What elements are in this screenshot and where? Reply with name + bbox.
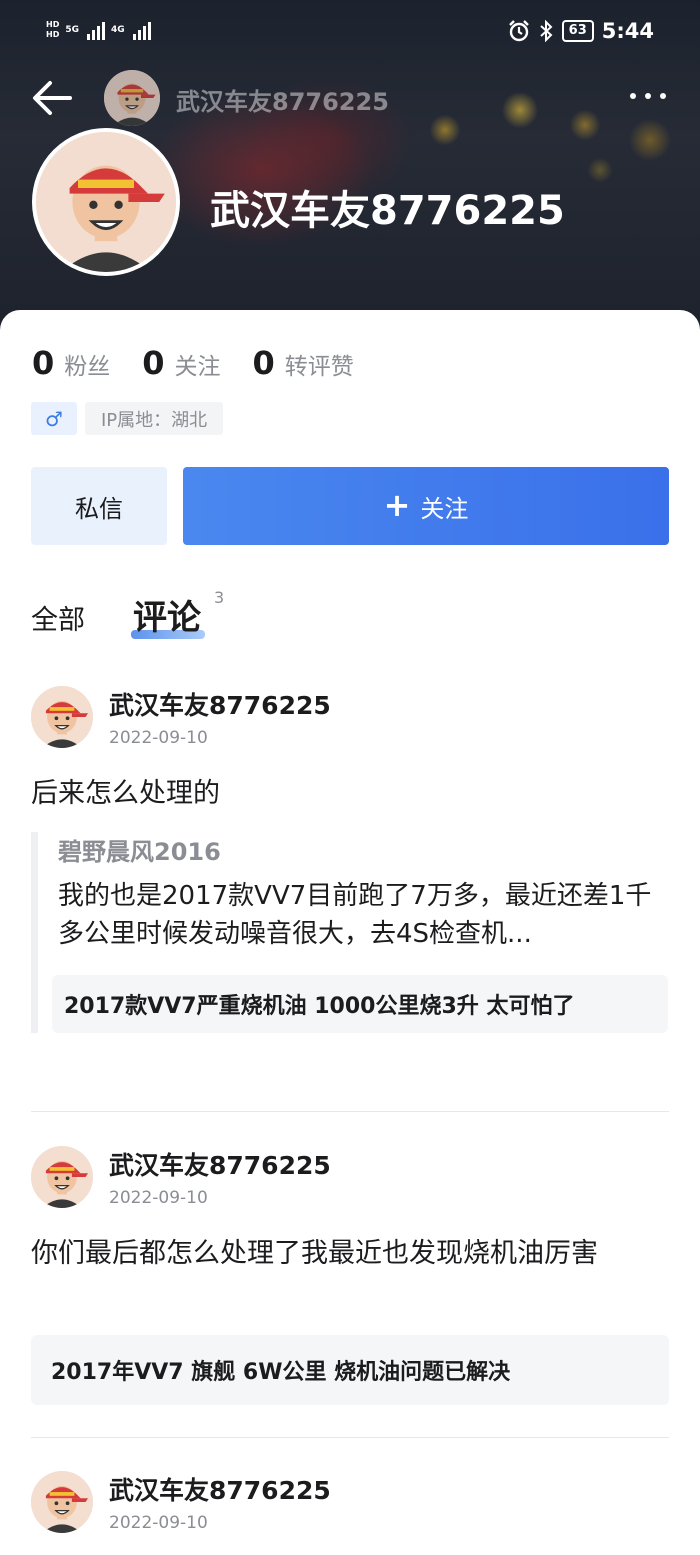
comment-item[interactable]: 武汉车友8776225 2022-09-10 (31, 1471, 669, 1551)
quote-text: 我的也是2017款VV7目前跑了7万多，最近还差1千多公里时候发动噪音很大，去4… (58, 881, 652, 949)
comment-author[interactable]: 武汉车友8776225 (109, 686, 331, 722)
alarm-icon (508, 20, 529, 42)
avatar[interactable] (31, 686, 93, 748)
back-button[interactable] (30, 78, 76, 118)
comment-text: 后来怎么处理的 (31, 778, 220, 809)
profile-tags: ♂ IP属地：湖北 (31, 402, 224, 435)
hd-indicator: HD HD (46, 20, 60, 39)
avatar[interactable] (31, 1471, 93, 1533)
profile-header: HD HD 5G 4G 63 5:44 武汉车友8776225 武汉车友8776… (0, 0, 700, 340)
profile-avatar[interactable] (32, 128, 180, 276)
comment-item[interactable]: 武汉车友8776225 2022-09-10 你们最后都怎么处理了我最近也发现烧… (31, 1146, 669, 1408)
comment-text: 你们最后都怎么处理了我最近也发现烧机油厉害 (31, 1238, 598, 1269)
arrow-left-icon (33, 81, 72, 115)
content-tabs: 全部 评论 3 (31, 588, 671, 648)
clock: 5:44 (601, 19, 654, 43)
follow-button[interactable]: + 关注 (183, 467, 669, 545)
tab-all[interactable]: 全部 (31, 598, 85, 637)
status-bar: HD HD 5G 4G 63 5:44 (0, 0, 700, 68)
nav-title: 武汉车友8776225 (176, 88, 389, 116)
bluetooth-icon (540, 20, 553, 42)
avatar-illustration (31, 686, 93, 748)
profile-name: 武汉车友8776225 (210, 188, 565, 234)
quoted-post[interactable]: 碧野晨风2016 我的也是2017款VV7目前跑了7万多，最近还差1千多公里时候… (31, 832, 669, 1033)
message-button[interactable]: 私信 (31, 467, 167, 545)
avatar-illustration (36, 132, 176, 272)
comment-author[interactable]: 武汉车友8776225 (109, 1471, 331, 1507)
signal-icon-2 (132, 20, 151, 40)
battery-indicator: 63 (561, 20, 594, 42)
comments-count: 3 (214, 588, 225, 607)
more-horizontal-icon (630, 93, 636, 99)
more-options-button[interactable] (626, 84, 670, 108)
profile-stats: 0 粉丝 0 关注 0 转评赞 (32, 344, 386, 382)
follow-label: 关注 (420, 494, 469, 523)
comment-date: 2022-09-10 (109, 1188, 208, 1208)
profile-card: 0 粉丝 0 关注 0 转评赞 ♂ IP属地：湖北 私信 + 关注 全部 评论 … (0, 310, 700, 1555)
topic-chip[interactable]: 2017年VV7 旗舰 6W公里 烧机油问题已解决 (31, 1335, 669, 1405)
plus-icon: + (383, 486, 411, 524)
ip-location-tag: IP属地：湖北 (85, 402, 224, 435)
comment-item[interactable]: 武汉车友8776225 2022-09-10 后来怎么处理的 碧野晨风2016 … (31, 686, 669, 1082)
stat-following[interactable]: 0 关注 (142, 344, 220, 382)
avatar-illustration (31, 1471, 93, 1533)
signal-icon (87, 20, 105, 40)
topic-chip[interactable]: 2017款VV7严重烧机油 1000公里烧3升 太可怕了 (52, 975, 668, 1033)
divider (31, 1111, 669, 1112)
stat-followers[interactable]: 0 粉丝 (32, 344, 110, 382)
stat-likes[interactable]: 0 转评赞 (253, 344, 354, 382)
quote-author: 碧野晨风2016 (58, 838, 221, 866)
avatar[interactable] (31, 1146, 93, 1208)
comment-date: 2022-09-10 (109, 1513, 208, 1533)
divider (31, 1437, 669, 1438)
avatar-illustration (31, 1146, 93, 1208)
network-type-2: 4G (111, 25, 125, 35)
avatar-illustration (104, 70, 160, 126)
comment-date: 2022-09-10 (109, 728, 208, 748)
tab-comments[interactable]: 评论 (133, 590, 201, 639)
comment-author[interactable]: 武汉车友8776225 (109, 1146, 331, 1182)
nav-avatar (104, 70, 160, 126)
network-type-1: 5G (65, 25, 79, 35)
male-icon: ♂ (31, 402, 77, 435)
